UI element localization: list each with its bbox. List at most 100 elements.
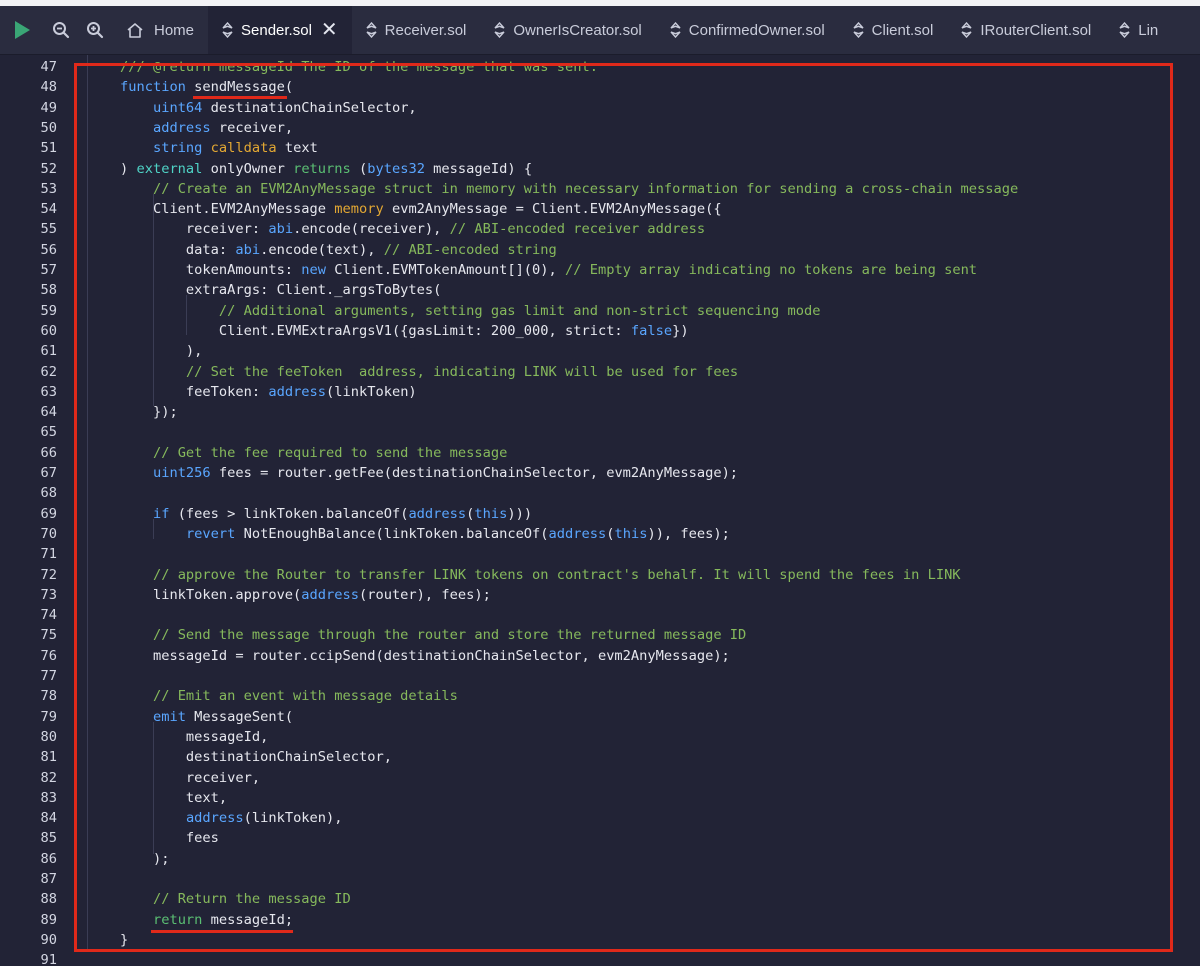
line-number: 87 xyxy=(40,871,57,887)
tab-irouterclient-sol[interactable]: IRouterClient.sol xyxy=(947,6,1105,54)
code-editor[interactable]: 47 /// @return messageId The ID of the me… xyxy=(0,55,1200,966)
line-number: 63 xyxy=(40,383,57,400)
zoom-in-icon[interactable] xyxy=(78,6,112,54)
code-line: 77 xyxy=(0,666,1200,686)
line-number: 51 xyxy=(40,140,57,157)
line-number: 53 xyxy=(40,180,57,197)
line-number: 88 xyxy=(40,891,57,908)
line-number: 55 xyxy=(40,221,57,238)
code-text: // Set the feeToken address, indicating … xyxy=(185,363,739,380)
code-text: uint64 destinationChainSelector, xyxy=(152,99,417,116)
tab-lin[interactable]: Lin xyxy=(1105,6,1172,54)
line-number: 66 xyxy=(40,444,57,461)
code-text: } xyxy=(120,931,129,948)
play-icon[interactable] xyxy=(0,6,44,54)
line-number: 77 xyxy=(40,668,57,684)
code-line: 56 data: abi.encode(text), // ABI-encode… xyxy=(0,240,1200,260)
line-number: 47 xyxy=(40,59,57,75)
code-text: Client.EVM2AnyMessage memory evm2AnyMess… xyxy=(120,201,722,218)
code-text: string calldata text xyxy=(152,140,318,157)
code-text: // Return the message ID xyxy=(152,891,351,908)
code-line: 78 // Emit an event with message details xyxy=(0,686,1200,706)
tab-owneriscreator-sol[interactable]: OwnerIsCreator.sol xyxy=(480,6,655,54)
code-line: 63 feeToken: address(linkToken) xyxy=(0,382,1200,402)
tab-label: Sender.sol xyxy=(241,21,312,39)
code-line: 68 xyxy=(0,483,1200,503)
code-text: data: abi.encode(text), // ABI-encoded s… xyxy=(120,241,557,258)
code-line: 65 xyxy=(0,422,1200,442)
code-line: 54 Client.EVM2AnyMessage memory evm2AnyM… xyxy=(0,199,1200,219)
code-text: uint256 fees = router.getFee(destination… xyxy=(152,465,739,481)
code-line: 71 xyxy=(0,544,1200,564)
tab-label: OwnerIsCreator.sol xyxy=(513,21,642,39)
code-text: return messageId; xyxy=(152,911,294,928)
line-number: 54 xyxy=(40,201,57,218)
code-text: /// @return messageId The ID of the mess… xyxy=(120,59,598,75)
code-line: 76 messageId = router.ccipSend(destinati… xyxy=(0,646,1200,666)
solidity-file-icon xyxy=(853,22,864,38)
line-number: 73 xyxy=(40,586,57,603)
code-line: 60 Client.EVMExtraArgsV1({gasLimit: 200_… xyxy=(0,321,1200,341)
solidity-file-icon xyxy=(366,22,377,38)
line-number: 68 xyxy=(40,485,57,502)
line-number: 83 xyxy=(40,789,57,806)
tab-home[interactable]: Home xyxy=(112,6,208,54)
code-text: // Additional arguments, setting gas lim… xyxy=(218,302,821,319)
code-line: 66 // Get the fee required to send the m… xyxy=(0,443,1200,463)
solidity-file-icon xyxy=(222,22,233,38)
code-text: receiver: abi.encode(receiver), // ABI-e… xyxy=(120,221,706,238)
tab-label: Receiver.sol xyxy=(384,21,467,39)
code-line: 89 return messageId; xyxy=(0,910,1200,930)
code-text: }); xyxy=(120,404,178,421)
tab-confirmedowner-sol[interactable]: ConfirmedOwner.sol xyxy=(656,6,839,54)
line-number: 50 xyxy=(40,119,57,136)
code-line: 83 text, xyxy=(0,788,1200,808)
solidity-file-icon xyxy=(961,22,972,38)
tab-label: ConfirmedOwner.sol xyxy=(688,21,825,39)
line-number: 60 xyxy=(40,322,57,339)
code-line: 86 ); xyxy=(0,849,1200,869)
line-number: 61 xyxy=(40,343,57,360)
code-line: 47 /// @return messageId The ID of the me… xyxy=(0,57,1200,77)
line-number: 72 xyxy=(40,566,57,583)
solidity-file-icon xyxy=(1119,22,1130,38)
solidity-file-icon xyxy=(670,22,681,38)
code-text: destinationChainSelector, xyxy=(120,749,392,766)
tab-sender-sol[interactable]: Sender.sol ✕ xyxy=(208,6,352,54)
line-number: 75 xyxy=(40,627,57,644)
tab-label: Home xyxy=(154,21,195,39)
code-text: function sendMessage( xyxy=(120,79,294,96)
line-number: 59 xyxy=(40,302,57,319)
code-line: 51 string calldata text xyxy=(0,138,1200,158)
line-number: 52 xyxy=(40,160,57,177)
line-number: 84 xyxy=(40,810,57,827)
code-text: address receiver, xyxy=(152,119,294,136)
code-line: 67 uint256 fees = router.getFee(destinat… xyxy=(0,463,1200,483)
line-number: 69 xyxy=(40,505,57,522)
line-number: 67 xyxy=(40,465,57,481)
line-number: 70 xyxy=(40,525,57,542)
tab-receiver-sol[interactable]: Receiver.sol xyxy=(352,6,481,54)
code-line: 55 receiver: abi.encode(receiver), // AB… xyxy=(0,219,1200,239)
line-number: 89 xyxy=(40,911,57,928)
zoom-out-icon[interactable] xyxy=(44,6,78,54)
code-text: text, xyxy=(120,789,228,806)
line-number: 62 xyxy=(40,363,57,380)
line-number: 76 xyxy=(40,647,57,664)
code-line: 57 tokenAmounts: new Client.EVMTokenAmou… xyxy=(0,260,1200,280)
code-text: ), xyxy=(120,343,203,360)
code-text: messageId, xyxy=(120,728,269,745)
code-line: 73 linkToken.approve(address(router), fe… xyxy=(0,585,1200,605)
tab-client-sol[interactable]: Client.sol xyxy=(839,6,948,54)
code-line: 59 // Additional arguments, setting gas … xyxy=(0,301,1200,321)
code-line: 58 extraArgs: Client._argsToBytes( xyxy=(0,280,1200,300)
line-number: 78 xyxy=(40,688,57,705)
code-line: 52 ) external onlyOwner returns (bytes32 … xyxy=(0,159,1200,179)
line-number: 80 xyxy=(40,728,57,745)
code-text: feeToken: address(linkToken) xyxy=(120,383,417,400)
close-icon[interactable]: ✕ xyxy=(321,20,338,40)
line-number: 71 xyxy=(40,546,57,563)
code-text: ); xyxy=(120,850,170,867)
line-number: 57 xyxy=(40,262,57,278)
code-text: ) external onlyOwner returns (bytes32 me… xyxy=(120,160,533,177)
